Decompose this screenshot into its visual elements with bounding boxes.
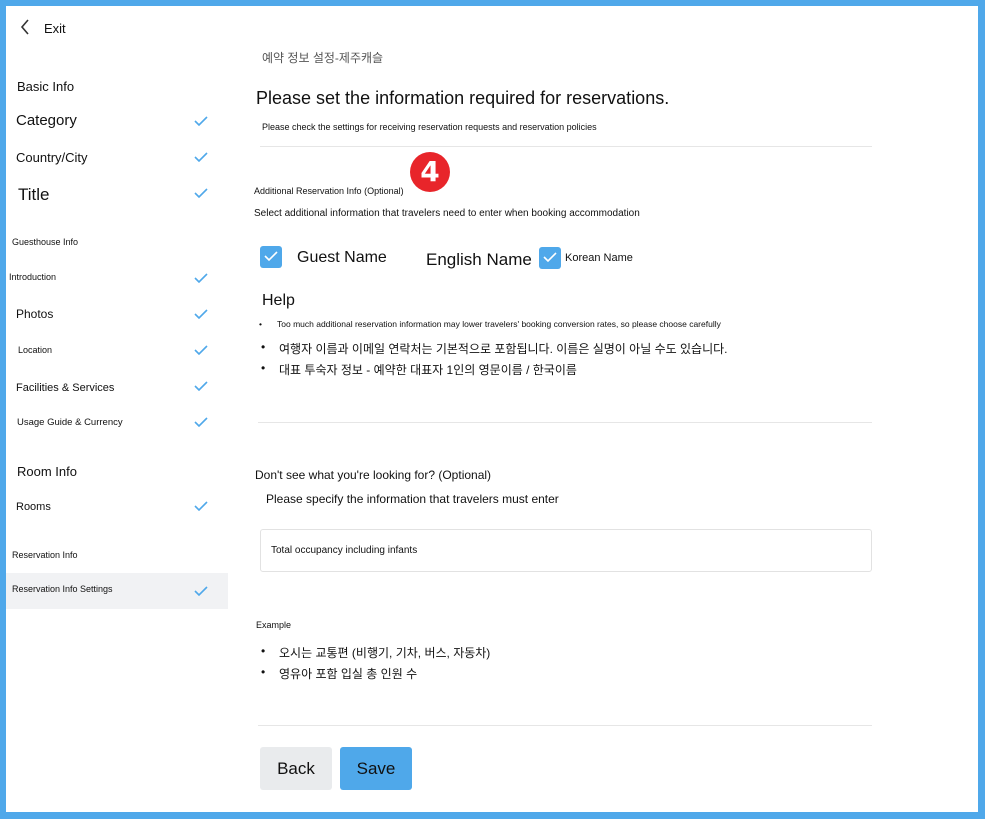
save-button[interactable]: Save [340,747,412,790]
check-icon [543,252,557,263]
exit-label: Exit [44,21,66,36]
sidebar-heading-reservation-info: Reservation Info [12,550,78,560]
check-icon [194,417,208,427]
example-heading: Example [256,620,292,630]
help-item: 대표 투숙자 정보 - 예약한 대표자 1인의 영문이름 / 한국이름 [261,361,577,378]
app-window: Exit Basic Info Category Country/City Ti… [6,6,978,812]
check-icon [194,501,208,511]
sidebar-item-label: Reservation Info Settings [12,584,113,594]
sidebar-item-label: Title [18,185,50,204]
check-icon [194,309,208,319]
back-button[interactable]: Back [260,747,332,790]
custom-info-heading: Don't see what you're looking for? (Opti… [255,468,492,482]
sidebar-heading-basic-info: Basic Info [17,79,75,94]
sidebar-item-label: Country/City [16,150,88,165]
sidebar-item-label: Category [16,112,77,129]
check-icon [194,273,208,283]
korean-name-checkbox[interactable] [539,247,561,269]
example-item: 영유아 포함 입실 총 인원 수 [261,665,417,682]
option-label: Guest Name [297,249,387,266]
additional-info-heading: Additional Reservation Info (Optional) [254,186,404,196]
help-title: Help [262,292,295,309]
custom-info-input[interactable]: Total occupancy including infants [260,529,872,572]
divider [260,146,872,147]
sidebar-item-label: Facilities & Services [16,382,115,394]
check-icon [194,586,208,596]
breadcrumb: 예약 정보 설정-제주캐슬 [262,51,384,65]
sidebar-heading-room-info: Room Info [17,464,77,479]
sidebar-heading-guesthouse-info: Guesthouse Info [12,237,79,247]
sidebar-item-label: Introduction [9,272,57,282]
check-icon [194,116,208,126]
sidebar-item-label: Rooms [16,501,51,513]
option-label: English Name [426,250,532,269]
help-item: Too much additional reservation informat… [259,319,721,329]
sidebar-item-label: Photos [16,307,54,321]
check-icon [194,345,208,355]
help-item: 여행자 이름과 이메일 연락처는 기본적으로 포함됩니다. 이름은 실명이 아닐… [261,340,727,357]
custom-info-description: Please specify the information that trav… [266,492,559,506]
chevron-left-icon [20,19,29,35]
divider [258,422,872,423]
divider [258,725,872,726]
guest-name-checkbox[interactable] [260,246,282,268]
check-icon [194,381,208,391]
sidebar-item-label: Location [18,345,53,355]
check-icon [264,251,278,262]
check-icon [194,152,208,162]
additional-info-description: Select additional information that trave… [254,208,640,219]
check-icon [194,188,208,198]
sidebar-item-label: Usage Guide & Currency [17,417,123,428]
page-title: Please set the information required for … [256,88,670,108]
option-label: Korean Name [565,252,633,264]
step-number-badge: 4 [410,152,450,192]
example-item: 오시는 교통편 (비행기, 기차, 버스, 자동차) [261,644,490,661]
custom-info-input-value: Total occupancy including infants [271,545,418,556]
page-subtitle: Please check the settings for receiving … [262,122,597,132]
